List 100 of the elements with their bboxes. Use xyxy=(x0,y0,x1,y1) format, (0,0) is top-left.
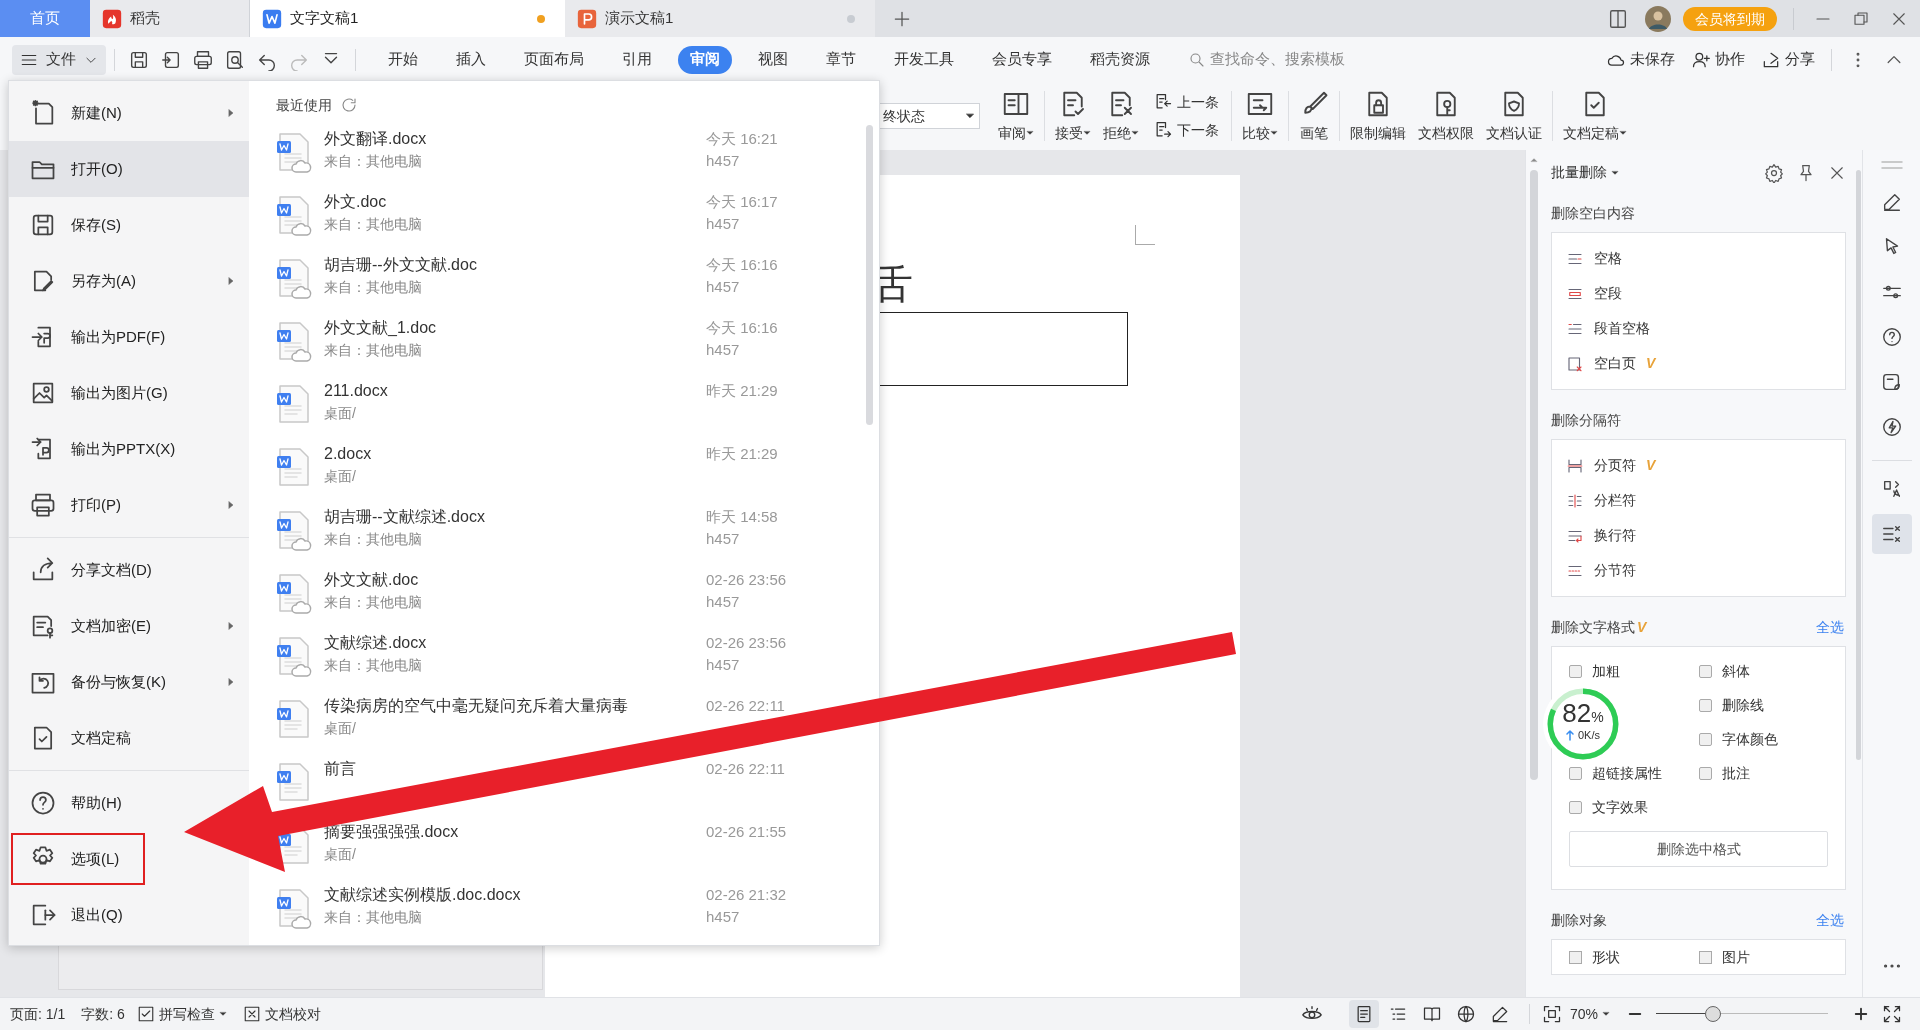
toolbar-action[interactable]: 协作 xyxy=(1691,48,1745,71)
file-name[interactable]: 前言 xyxy=(324,758,356,780)
option-button[interactable]: 分页符 xyxy=(1594,455,1636,476)
file-name[interactable]: 文献综述实例模版.doc.docx xyxy=(324,884,521,906)
file-menu-item[interactable]: 帮助(H) xyxy=(9,775,136,831)
checkbox[interactable] xyxy=(1569,800,1582,814)
checkbox[interactable] xyxy=(1569,766,1582,780)
file-menu-item[interactable]: 分享文档(D) xyxy=(9,542,249,598)
checkbox[interactable] xyxy=(1569,950,1582,964)
file-name[interactable]: 外文翻译.docx xyxy=(324,128,427,150)
file-menu-item[interactable]: 备份与恢复(K) xyxy=(9,654,249,710)
file-name[interactable]: 外文文献.doc xyxy=(324,569,419,591)
file-name[interactable]: 胡吉珊--外文文献.doc xyxy=(324,254,477,276)
side-tool-button[interactable] xyxy=(1871,514,1912,554)
settings-icon[interactable] xyxy=(1764,162,1784,183)
ribbon-button[interactable]: 文档权限 xyxy=(1412,88,1480,144)
print-icon[interactable] xyxy=(192,48,214,71)
ribbon-button[interactable]: 文档认证 xyxy=(1480,88,1548,144)
checkbox[interactable] xyxy=(1698,698,1712,712)
ribbon-tab[interactable]: 会员专享 xyxy=(980,45,1064,74)
checkbox[interactable] xyxy=(1698,664,1712,678)
checkbox[interactable] xyxy=(1569,664,1582,678)
view-mode-button[interactable] xyxy=(1348,1000,1379,1028)
search-field[interactable]: 查找命令、搜索模板 xyxy=(1210,48,1430,71)
ribbon-button[interactable]: 接受 xyxy=(1049,88,1097,144)
file-menu-item[interactable]: 输出为图片(G) xyxy=(9,365,249,421)
print-preview-icon[interactable] xyxy=(224,48,246,71)
option-button[interactable]: 分节符 xyxy=(1594,560,1636,581)
ribbon-button[interactable]: 下一条 xyxy=(1153,118,1219,142)
file-menu-item[interactable]: 另存为(A) xyxy=(9,253,249,309)
option-button[interactable]: 换行符 xyxy=(1594,525,1636,546)
toolbar-action[interactable]: 分享 xyxy=(1761,48,1815,71)
display-mode-dropdown[interactable]: 终状态 xyxy=(878,103,980,129)
ribbon-tab[interactable]: 审阅 xyxy=(678,45,732,74)
ribbon-tab[interactable]: 开始 xyxy=(376,45,430,74)
toolbar-action[interactable]: 未保存 xyxy=(1606,48,1675,71)
spell-check-button[interactable]: 拼写检查 xyxy=(136,1003,227,1025)
option-button[interactable]: 空白页 xyxy=(1594,353,1636,374)
ribbon-tab[interactable]: 章节 xyxy=(814,45,868,74)
file-name[interactable]: 摘要强强强强.docx xyxy=(324,821,459,843)
ribbon-button[interactable]: 拒绝 xyxy=(1097,88,1145,144)
ribbon-tab[interactable]: 开发工具 xyxy=(882,45,966,74)
file-menu-item[interactable]: 输出为PDF(F) xyxy=(9,309,249,365)
file-name[interactable]: 传染病房的空气中毫无疑问充斥着大量病毒 xyxy=(324,695,628,717)
refresh-icon[interactable] xyxy=(340,96,358,114)
file-name[interactable]: 211.docx xyxy=(324,380,388,402)
document-tab[interactable]: 文字文稿1 xyxy=(250,0,565,37)
option-button[interactable]: 段首空格 xyxy=(1594,318,1650,339)
ribbon-button[interactable]: 画笔 xyxy=(1293,88,1335,144)
ribbon-button[interactable]: 上一条 xyxy=(1153,90,1219,114)
select-all-link[interactable]: 全选 xyxy=(1816,617,1844,638)
ribbon-tab[interactable]: 插入 xyxy=(444,45,498,74)
ribbon-tab[interactable]: 稻壳资源 xyxy=(1078,45,1162,74)
checkbox[interactable] xyxy=(1698,950,1712,964)
file-menu-item[interactable]: 打印(P) xyxy=(9,477,249,533)
ribbon-button[interactable]: 文档定稿 xyxy=(1557,88,1633,144)
drag-handle-icon[interactable] xyxy=(1879,160,1904,170)
checkbox[interactable] xyxy=(1698,732,1712,746)
tablet-icon[interactable] xyxy=(1607,7,1629,30)
file-menu-item[interactable]: 新建(N) xyxy=(9,85,249,141)
zoom-slider[interactable] xyxy=(1656,1004,1828,1024)
file-menu-item[interactable]: 保存(S) xyxy=(9,197,249,253)
file-menu-item[interactable]: 文档加密(E) xyxy=(9,598,249,654)
option-button[interactable]: 空格 xyxy=(1594,248,1622,269)
file-name[interactable]: 胡吉珊--文献综述.docx xyxy=(324,506,485,528)
restore-icon[interactable] xyxy=(1852,9,1870,28)
scrollbar-thumb[interactable] xyxy=(866,125,873,425)
file-name[interactable]: 外文文献_1.doc xyxy=(324,317,437,339)
scroll-up-icon[interactable] xyxy=(1529,156,1538,164)
panel-title[interactable]: 批量删除 xyxy=(1551,162,1619,183)
checkbox[interactable] xyxy=(1698,766,1712,780)
document-tab[interactable]: 演示文稿1 xyxy=(565,0,875,37)
file-name[interactable]: 外文.doc xyxy=(324,191,387,213)
file-menu-item[interactable]: 选项(L) xyxy=(9,831,147,887)
ribbon-button[interactable]: 审阅 xyxy=(992,88,1040,144)
zoom-dropdown[interactable]: 70% xyxy=(1569,1003,1610,1025)
select-all-link[interactable]: 全选 xyxy=(1816,910,1844,931)
document-tab[interactable]: 稻壳 xyxy=(90,0,250,37)
file-name[interactable]: 2.docx xyxy=(324,443,372,465)
scrollbar-thumb[interactable] xyxy=(1856,170,1861,760)
file-menu-item[interactable]: 打开(O) xyxy=(9,141,249,197)
slider-thumb[interactable] xyxy=(1704,1006,1721,1022)
fit-page-icon[interactable] xyxy=(1541,1004,1562,1024)
delete-selected-button[interactable]: 删除选中格式 xyxy=(1569,831,1828,867)
file-name[interactable]: 文献综述.docx xyxy=(324,632,427,654)
ribbon-button[interactable]: 限制编辑 xyxy=(1344,88,1412,144)
proofread-button[interactable]: 文档校对 xyxy=(242,1003,321,1025)
option-button[interactable]: 空段 xyxy=(1594,283,1622,304)
option-button[interactable]: 分栏符 xyxy=(1594,490,1636,511)
file-menu-item[interactable]: 输出为PPTX(X) xyxy=(9,421,249,477)
ribbon-tab[interactable]: 视图 xyxy=(746,45,800,74)
fullscreen-icon[interactable] xyxy=(1882,1004,1902,1024)
scrollbar-thumb[interactable] xyxy=(1529,170,1538,780)
word-count[interactable]: 字数: 6 xyxy=(81,1003,125,1025)
avatar[interactable] xyxy=(1645,5,1671,32)
ribbon-tab[interactable]: 页面布局 xyxy=(512,45,596,74)
file-menu-item[interactable]: 文档定稿 xyxy=(9,710,249,766)
ribbon-tab[interactable]: 引用 xyxy=(610,45,664,74)
ribbon-button[interactable]: 比较 xyxy=(1236,88,1284,144)
file-menu-item[interactable]: 退出(Q) xyxy=(9,887,137,943)
